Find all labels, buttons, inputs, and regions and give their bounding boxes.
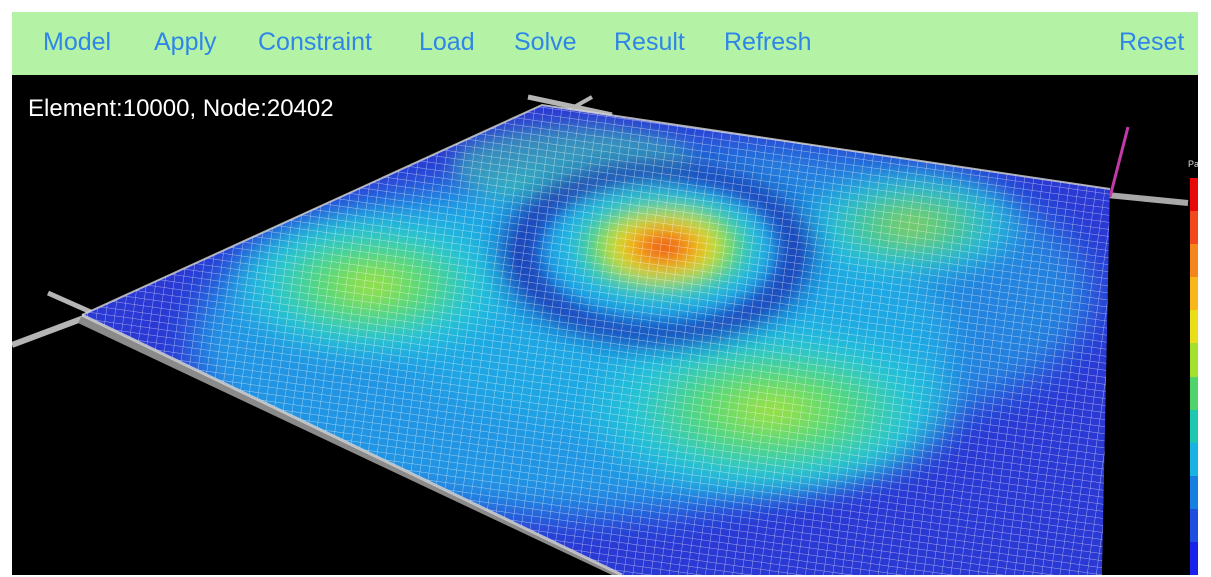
mesh-stats: Element:10000, Node:20402 xyxy=(28,95,334,122)
legend-swatch xyxy=(1190,376,1198,411)
legend-swatch xyxy=(1190,475,1198,510)
legend-swatch xyxy=(1190,541,1198,575)
apply-button[interactable]: Apply xyxy=(154,12,217,75)
result-button[interactable]: Result xyxy=(614,12,685,75)
legend-swatch xyxy=(1190,409,1198,444)
legend-swatch xyxy=(1190,178,1198,212)
node-count: 20402 xyxy=(266,95,334,122)
color-legend-bar xyxy=(1190,178,1198,575)
top-toolbar: Model Apply Constraint Load Solve Result… xyxy=(12,12,1198,75)
fem-mesh-render xyxy=(12,94,1189,575)
model-button[interactable]: Model xyxy=(43,12,111,75)
3d-viewport[interactable]: Element:10000, Node:20402 Pa xyxy=(12,75,1198,575)
legend-swatch xyxy=(1190,508,1198,543)
load-button[interactable]: Load xyxy=(419,12,475,75)
solve-button[interactable]: Solve xyxy=(514,12,577,75)
element-label: Element: xyxy=(28,95,123,122)
legend-swatch xyxy=(1190,211,1198,245)
element-count: 10000 xyxy=(122,95,190,122)
refresh-button[interactable]: Refresh xyxy=(724,12,812,75)
legend-swatch xyxy=(1190,277,1198,311)
mesh-grid xyxy=(82,105,1110,575)
app-frame: Model Apply Constraint Load Solve Result… xyxy=(12,12,1198,575)
constraint-button[interactable]: Constraint xyxy=(258,12,372,75)
axis-rod-z xyxy=(1108,126,1130,198)
node-label: Node: xyxy=(202,95,267,122)
legend-swatch xyxy=(1190,442,1198,477)
legend-unit: Pa xyxy=(1188,159,1198,169)
legend-swatch xyxy=(1190,244,1198,278)
reset-button[interactable]: Reset xyxy=(1119,12,1184,75)
legend-swatch xyxy=(1190,343,1198,377)
legend-swatch xyxy=(1190,310,1198,344)
axis-rod-right xyxy=(1106,192,1189,206)
